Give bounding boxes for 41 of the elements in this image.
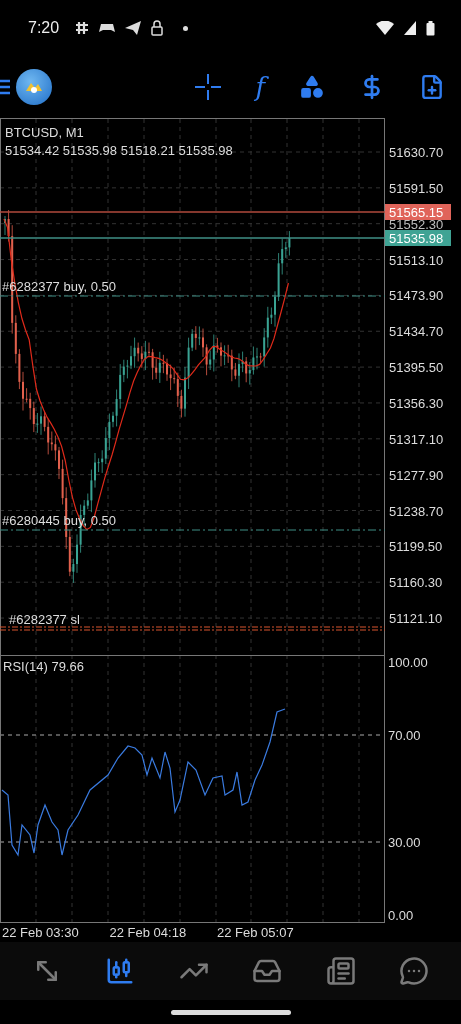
price-label: 51160.30 (389, 575, 443, 591)
price-tag: 51535.98 (385, 230, 451, 246)
indicator-level-label: 30.00 (388, 835, 421, 850)
price-label: 51591.50 (389, 180, 444, 196)
time-label: 22 Feb 03:30 (2, 925, 79, 940)
wifi-icon (376, 21, 394, 35)
price-tag: 51565.15 (385, 204, 451, 220)
dot-icon (183, 25, 189, 31)
menu-icon[interactable] (0, 79, 10, 95)
app-logo[interactable] (16, 69, 52, 105)
price-label: 51277.90 (389, 467, 444, 483)
indicator-level-label: 100.00 (388, 655, 428, 670)
price-label: 51199.50 (389, 539, 443, 555)
crosshair-icon[interactable] (195, 74, 222, 100)
price-label: 51395.50 (389, 360, 444, 376)
price-label: 51630.70 (389, 145, 444, 160)
price-label: 51121.10 (389, 611, 443, 627)
new-file-icon[interactable] (419, 74, 445, 100)
signal-icon (404, 21, 416, 35)
symbol-title: BTCUSD, M1 (5, 125, 84, 140)
price-label: 51317.10 (389, 431, 444, 447)
time-label: 22 Feb 05:07 (217, 925, 294, 940)
paper-plane-icon (125, 21, 142, 35)
newspaper-icon (325, 956, 356, 986)
price-label: 51473.90 (389, 288, 444, 304)
price-label: 51238.70 (389, 503, 444, 519)
hash-icon (75, 21, 90, 35)
lock-icon (151, 20, 164, 36)
chat-icon (399, 956, 430, 986)
order-label: #6282377 sl (9, 612, 80, 627)
clock: 7:20 (28, 19, 60, 37)
price-label: 51434.70 (389, 324, 444, 340)
price-label: 51356.30 (389, 395, 444, 411)
battery-icon (426, 20, 435, 36)
indicator-level-label: 70.00 (388, 728, 421, 743)
time-label: 22 Feb 04:18 (109, 925, 187, 940)
indicator-level-label: 0.00 (388, 908, 414, 923)
indicator-title: RSI(14) 79.66 (3, 659, 84, 674)
ohlc-values: 51534.42 51535.98 51518.21 51535.98 (5, 143, 233, 158)
shapes-icon[interactable] (299, 74, 325, 100)
price-label: 51513.10 (389, 252, 444, 268)
